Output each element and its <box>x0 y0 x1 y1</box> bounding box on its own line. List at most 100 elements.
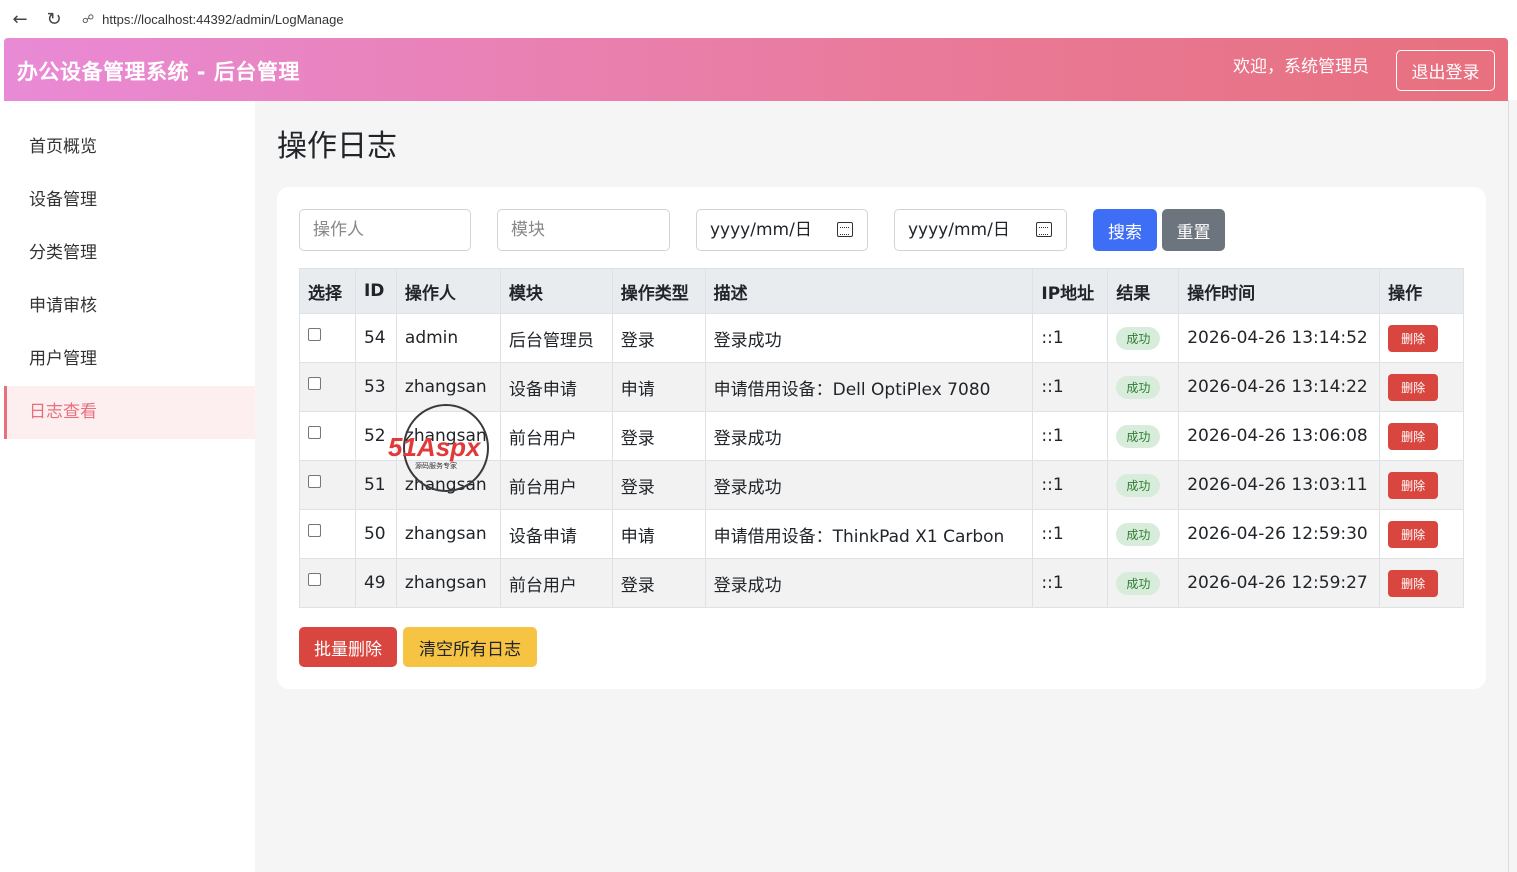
delete-button[interactable]: 删除 <box>1388 324 1439 352</box>
cell-ip: ::1 <box>1032 411 1109 461</box>
cell-time: 2026-04-26 13:06:08 <box>1178 411 1381 461</box>
cell-module: 后台管理员 <box>499 313 613 363</box>
sidebar-item-devices[interactable]: 设备管理 <box>4 174 255 227</box>
cell-type: 登录 <box>611 411 706 461</box>
calendar-icon[interactable] <box>1036 222 1052 237</box>
sidebar-item-categories[interactable]: 分类管理 <box>4 227 255 280</box>
cell-ip: ::1 <box>1032 313 1109 363</box>
cell-operator: zhangsan <box>395 362 501 412</box>
delete-button[interactable]: 删除 <box>1388 471 1439 499</box>
col-header-ip: IP地址 <box>1032 268 1109 314</box>
main-content: 操作日志 操作人 模块 yyyy/mm/日 yyyy/mm/日 搜索 重置 选择… <box>255 101 1508 872</box>
status-badge: 成功 <box>1116 473 1161 497</box>
table-row: 51 zhangsan 前台用户 登录 登录成功 ::1 成功 2026-04-… <box>299 460 1464 510</box>
clear-all-logs-button[interactable]: 清空所有日志 <box>403 627 537 667</box>
cell-type: 登录 <box>611 313 706 363</box>
col-header-result: 结果 <box>1107 268 1180 314</box>
cell-id: 53 <box>354 362 397 412</box>
delete-button[interactable]: 删除 <box>1388 569 1439 597</box>
end-date-input[interactable]: yyyy/mm/日 <box>894 209 1067 251</box>
cell-id: 50 <box>354 509 397 559</box>
col-header-type: 操作类型 <box>611 268 706 314</box>
start-date-value: yyyy/mm/日 <box>710 220 812 240</box>
cell-id: 51 <box>354 460 397 510</box>
cell-time: 2026-04-26 12:59:27 <box>1178 558 1381 608</box>
start-date-input[interactable]: yyyy/mm/日 <box>696 209 868 251</box>
log-card: 操作人 模块 yyyy/mm/日 yyyy/mm/日 搜索 重置 选择 ID 操… <box>277 187 1486 689</box>
end-date-value: yyyy/mm/日 <box>908 220 1010 240</box>
cell-operator: zhangsan <box>395 509 501 559</box>
table-row: 54 admin 后台管理员 登录 登录成功 ::1 成功 2026-04-26… <box>299 313 1464 363</box>
page-title: 操作日志 <box>277 129 397 164</box>
status-badge: 成功 <box>1116 375 1161 399</box>
reload-icon[interactable]: ↻ <box>40 5 68 33</box>
lock-icon[interactable]: ☍ <box>82 12 94 26</box>
app-window: 办公设备管理系统 - 后台管理 欢迎，系统管理员 退出登录 首页概览 设备管理 … <box>4 38 1508 872</box>
cell-module: 前台用户 <box>499 411 613 461</box>
delete-button[interactable]: 删除 <box>1388 520 1439 548</box>
status-badge: 成功 <box>1116 522 1161 546</box>
address-bar[interactable]: https://localhost:44392/admin/LogManage <box>102 12 343 27</box>
cell-module: 设备申请 <box>499 509 613 559</box>
status-badge: 成功 <box>1116 326 1161 350</box>
calendar-icon[interactable] <box>837 222 853 237</box>
cell-ip: ::1 <box>1032 509 1109 559</box>
cell-desc: 申请借用设备：Dell OptiPlex 7080 <box>704 362 1034 412</box>
row-checkbox[interactable] <box>308 572 321 586</box>
sidebar-item-approvals[interactable]: 申请审核 <box>4 280 255 333</box>
top-header: 办公设备管理系统 - 后台管理 欢迎，系统管理员 退出登录 <box>4 38 1508 101</box>
cell-module: 前台用户 <box>499 558 613 608</box>
row-checkbox[interactable] <box>308 474 321 488</box>
search-button[interactable]: 搜索 <box>1093 209 1157 251</box>
cell-module: 前台用户 <box>499 460 613 510</box>
row-checkbox[interactable] <box>308 327 321 341</box>
module-input[interactable]: 模块 <box>497 209 670 251</box>
col-header-desc: 描述 <box>704 268 1034 314</box>
sidebar: 首页概览 设备管理 分类管理 申请审核 用户管理 日志查看 <box>4 101 255 872</box>
col-header-time: 操作时间 <box>1178 268 1381 314</box>
page-scrollbar[interactable] <box>1508 100 1517 872</box>
table-row: 50 zhangsan 设备申请 申请 申请借用设备：ThinkPad X1 C… <box>299 509 1464 559</box>
cell-operator: zhangsan <box>395 558 501 608</box>
cell-time: 2026-04-26 12:59:30 <box>1178 509 1381 559</box>
row-checkbox[interactable] <box>308 523 321 537</box>
logout-button[interactable]: 退出登录 <box>1396 50 1495 91</box>
table-row: 49 zhangsan 前台用户 登录 登录成功 ::1 成功 2026-04-… <box>299 558 1464 608</box>
cell-module: 设备申请 <box>499 362 613 412</box>
cell-ip: ::1 <box>1032 460 1109 510</box>
browser-toolbar: ← ↻ ☍ https://localhost:44392/admin/LogM… <box>0 0 1517 38</box>
cell-time: 2026-04-26 13:14:22 <box>1178 362 1381 412</box>
row-checkbox[interactable] <box>308 425 321 439</box>
delete-button[interactable]: 删除 <box>1388 422 1439 450</box>
cell-operator: zhangsan <box>395 411 501 461</box>
col-header-id: ID <box>354 268 397 314</box>
cell-type: 申请 <box>611 362 706 412</box>
status-badge: 成功 <box>1116 424 1161 448</box>
cell-desc: 登录成功 <box>704 460 1034 510</box>
cell-id: 49 <box>354 558 397 608</box>
cell-ip: ::1 <box>1032 362 1109 412</box>
back-arrow-icon[interactable]: ← <box>6 5 34 33</box>
col-header-select: 选择 <box>299 268 356 314</box>
status-badge: 成功 <box>1116 571 1161 595</box>
sidebar-item-dashboard[interactable]: 首页概览 <box>4 121 255 174</box>
table-row: 53 zhangsan 设备申请 申请 申请借用设备：Dell OptiPlex… <box>299 362 1464 412</box>
cell-ip: ::1 <box>1032 558 1109 608</box>
welcome-text: 欢迎，系统管理员 <box>1233 57 1369 77</box>
col-header-module: 模块 <box>499 268 613 314</box>
cell-desc: 登录成功 <box>704 411 1034 461</box>
sidebar-item-logs[interactable]: 日志查看 <box>4 386 255 439</box>
cell-time: 2026-04-26 13:03:11 <box>1178 460 1381 510</box>
cell-time: 2026-04-26 13:14:52 <box>1178 313 1381 363</box>
delete-button[interactable]: 删除 <box>1388 373 1439 401</box>
cell-desc: 申请借用设备：ThinkPad X1 Carbon <box>704 509 1034 559</box>
reset-button[interactable]: 重置 <box>1162 209 1225 251</box>
cell-desc: 登录成功 <box>704 558 1034 608</box>
sidebar-item-users[interactable]: 用户管理 <box>4 333 255 386</box>
col-header-operator: 操作人 <box>395 268 501 314</box>
operator-input[interactable]: 操作人 <box>299 209 471 251</box>
table-row: 52 zhangsan 前台用户 登录 登录成功 ::1 成功 2026-04-… <box>299 411 1464 461</box>
batch-delete-button[interactable]: 批量删除 <box>299 627 397 667</box>
row-checkbox[interactable] <box>308 376 321 390</box>
cell-id: 54 <box>354 313 397 363</box>
